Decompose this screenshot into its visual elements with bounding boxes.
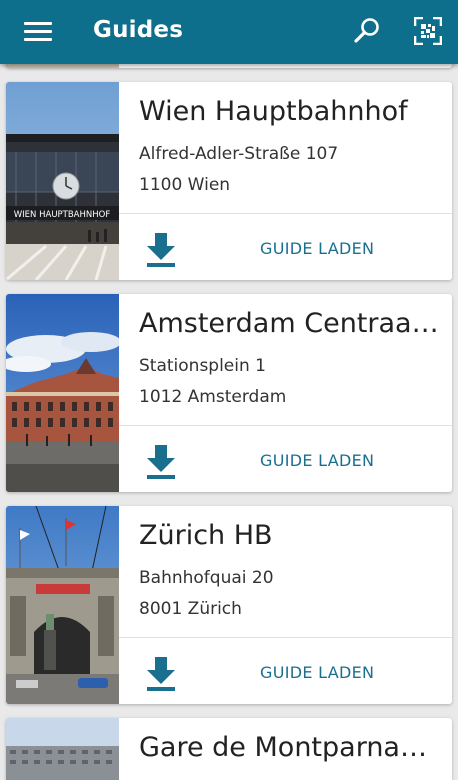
card-divider xyxy=(119,425,452,426)
guide-laden-button[interactable]: GUIDE LADEN xyxy=(260,663,374,682)
guide-city: 1100 Wien xyxy=(139,175,231,195)
guide-photo xyxy=(6,506,119,704)
qr-scan-icon[interactable] xyxy=(414,17,442,45)
guide-photo: WIEN HAUPTBAHNHOF xyxy=(6,82,119,280)
download-icon[interactable] xyxy=(144,443,178,479)
guide-name: Amsterdam Centraal S… xyxy=(139,308,439,339)
guide-city: 8001 Zürich xyxy=(139,599,242,619)
download-icon[interactable] xyxy=(144,655,178,691)
guide-photo xyxy=(6,294,119,492)
card-divider xyxy=(119,637,452,638)
guide-city: 1012 Amsterdam xyxy=(139,387,287,407)
guide-name: Gare de Montparnasse xyxy=(139,732,439,763)
guide-street: Stationsplein 1 xyxy=(139,356,266,376)
guide-card-wien[interactable]: WIEN HAUPTBAHNHOF Wien Hauptbahnhof Alfr… xyxy=(6,82,452,280)
guide-name: Zürich HB xyxy=(139,520,273,551)
guide-card-zurich[interactable]: Zürich HB Bahnhofquai 20 8001 Zürich GUI… xyxy=(6,506,452,704)
card-divider xyxy=(119,213,452,214)
guide-laden-button[interactable]: GUIDE LADEN xyxy=(260,239,374,258)
guide-street: Alfred-Adler-Straße 107 xyxy=(139,144,339,164)
guide-laden-button[interactable]: GUIDE LADEN xyxy=(260,451,374,470)
download-icon[interactable] xyxy=(144,231,178,267)
guide-name: Wien Hauptbahnhof xyxy=(139,96,408,127)
svg-text:WIEN HAUPTBAHNHOF: WIEN HAUPTBAHNHOF xyxy=(14,210,111,220)
page-title: Guides xyxy=(93,17,184,43)
search-icon[interactable] xyxy=(352,16,382,46)
hamburger-menu-icon[interactable] xyxy=(24,20,52,42)
app-bar: Guides xyxy=(0,0,458,64)
guide-street: Bahnhofquai 20 xyxy=(139,568,274,588)
guide-card-montparnasse[interactable]: Gare de Montparnasse xyxy=(6,718,452,780)
guide-photo xyxy=(6,718,119,780)
guide-card-amsterdam[interactable]: Amsterdam Centraal S… Stationsplein 1 10… xyxy=(6,294,452,492)
